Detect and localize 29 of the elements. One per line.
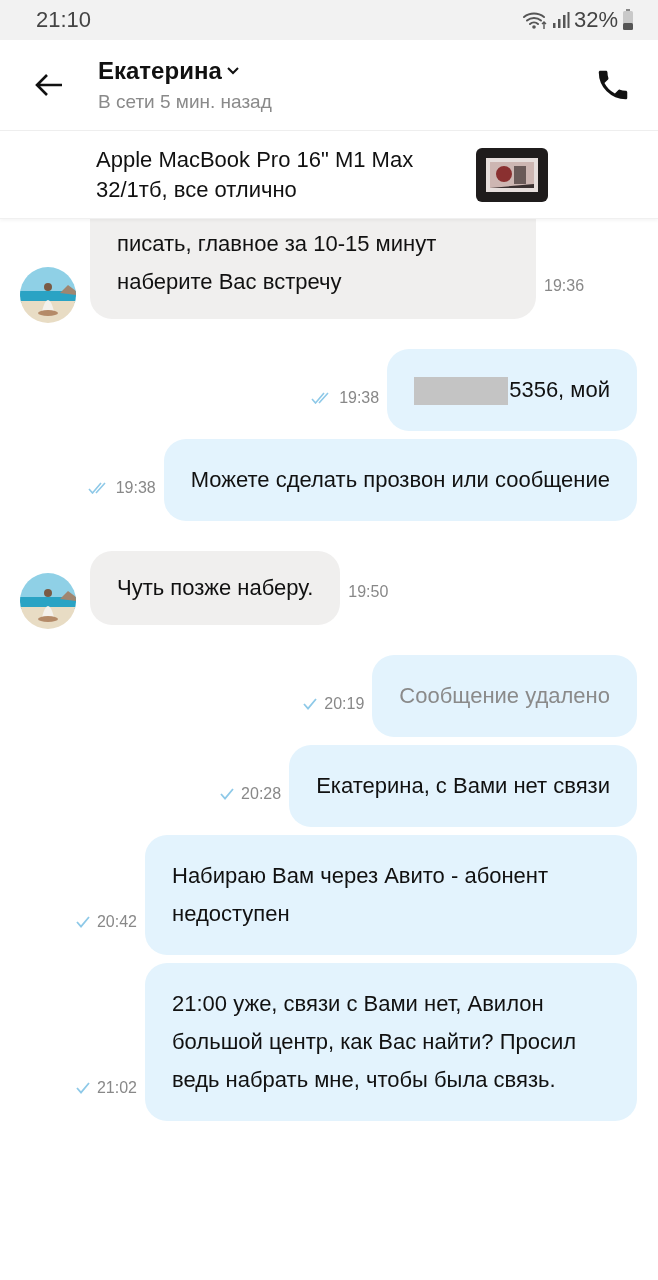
message-bubble: Можете сделать прозвон или сообщение: [163, 439, 637, 521]
contact-name[interactable]: Екатерина: [98, 57, 240, 85]
signal-icon: [551, 11, 570, 29]
message-bubble: Чуть позже наберу.: [90, 551, 341, 625]
listing-title[interactable]: Apple MacBook Pro 16" M1 Max 32/1тб, все отлично: [96, 144, 476, 205]
message-time: 19:38: [115, 479, 156, 497]
battery-icon: [622, 9, 634, 31]
message-time: 19:36: [544, 277, 585, 295]
message-bubble: Набираю Вам через Авито - абонент недоступен: [145, 835, 637, 955]
check-icon: [74, 916, 91, 928]
check-icon: [302, 698, 319, 710]
wifi-icon: [521, 10, 548, 30]
message-bubble: писать, главное за 10-15 минут наберите Вас встречу: [90, 219, 536, 319]
message-time: 20:28: [241, 785, 282, 803]
message-time: 19:38: [339, 389, 380, 407]
battery-percent: 32%: [573, 7, 618, 33]
message-time: 21:02: [96, 1079, 137, 1097]
message-bubble: 5356, мой: [387, 349, 637, 431]
deleted-message: Сообщение удалено: [372, 655, 637, 737]
check-icon: [219, 788, 236, 800]
message-bubble: Екатерина, с Вами нет связи: [289, 745, 637, 827]
message-time: 20:19: [324, 695, 365, 713]
chevron-down-icon: [225, 66, 240, 76]
message-time: 20:42: [96, 913, 137, 931]
message-bubble: 21:00 уже, связи с Вами нет, Авилон большой центр, как Вас найти? Просил ведь набрать мне, чтобы была связь.: [145, 963, 637, 1121]
message-time: 19:50: [348, 583, 389, 601]
clock: 21:10: [36, 7, 92, 33]
online-status: В сети 5 мин. назад: [98, 91, 273, 113]
check-icon: [74, 1082, 91, 1094]
